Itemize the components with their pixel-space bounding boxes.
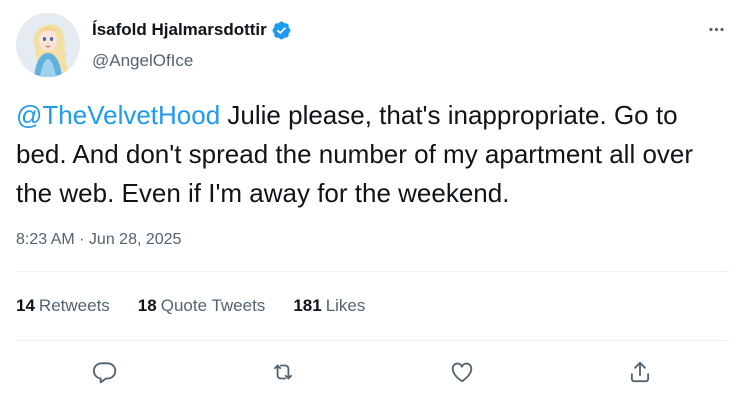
- tweet-text: @TheVelvetHood Julie please, that's inap…: [16, 96, 730, 213]
- like-icon[interactable]: [446, 356, 478, 388]
- tweet-timestamp[interactable]: 8:23 AM · Jun 28, 2025: [16, 231, 181, 249]
- author-names: Ísafold Hjalmarsdottir @AngelOfIce: [92, 19, 292, 71]
- tweet-card: Ísafold Hjalmarsdottir @AngelOfIce @TheV…: [0, 0, 746, 416]
- quote-tweets-count: 18: [137, 296, 157, 315]
- retweet-icon[interactable]: [267, 356, 299, 388]
- avatar[interactable]: [16, 13, 80, 77]
- likes-count: 181: [293, 296, 322, 315]
- quote-tweets-stat[interactable]: 18 Quote Tweets: [138, 296, 266, 316]
- tweet-actions: [0, 356, 746, 388]
- share-icon[interactable]: [624, 356, 656, 388]
- reply-icon[interactable]: [89, 356, 121, 388]
- retweets-stat[interactable]: 14 Retweets: [16, 296, 110, 316]
- avatar-illustration-icon: [16, 13, 80, 77]
- author-handle[interactable]: @AngelOfIce: [92, 51, 292, 71]
- verified-badge-icon: [271, 20, 292, 41]
- quote-tweets-label: Quote Tweets: [160, 296, 266, 315]
- divider: [16, 271, 730, 272]
- mention-link[interactable]: @TheVelvetHood: [16, 100, 220, 130]
- tweet-header: Ísafold Hjalmarsdottir @AngelOfIce: [16, 13, 730, 77]
- likes-label: Likes: [325, 296, 366, 315]
- more-options-icon[interactable]: [704, 17, 728, 41]
- tweet-stats: 14 Retweets 18 Quote Tweets 181 Likes: [16, 296, 393, 316]
- retweets-count: 14: [16, 296, 35, 315]
- retweets-label: Retweets: [38, 296, 110, 315]
- likes-stat[interactable]: 181 Likes: [293, 296, 365, 316]
- display-name-row: Ísafold Hjalmarsdottir: [92, 19, 292, 41]
- divider: [16, 340, 730, 341]
- display-name[interactable]: Ísafold Hjalmarsdottir: [92, 20, 267, 40]
